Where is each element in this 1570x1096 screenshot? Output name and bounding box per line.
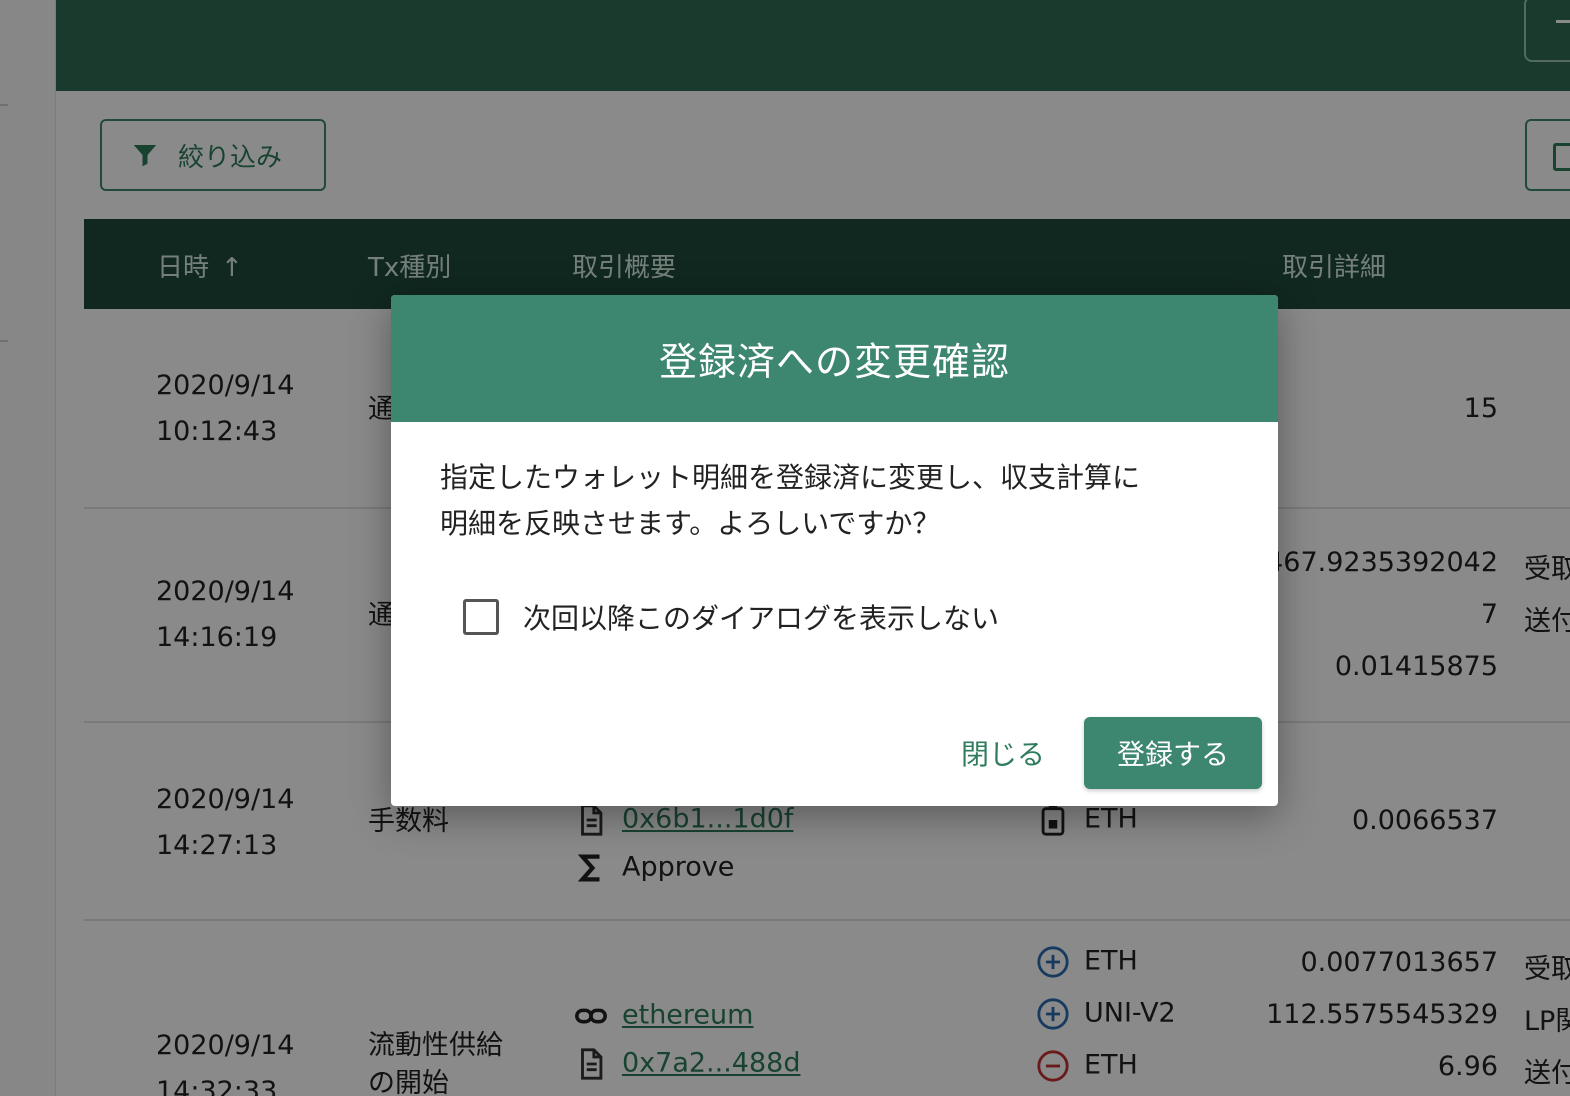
dont-show-again-option[interactable]: 次回以降このダイアログを表示しない	[463, 597, 999, 637]
dont-show-again-checkbox[interactable]	[463, 599, 499, 635]
dialog-title: 登録済への変更確認	[391, 295, 1278, 422]
confirm-dialog: 登録済への変更確認 指定したウォレット明細を登録済に変更し、収支計算に 明細を反…	[391, 295, 1278, 806]
dont-show-again-label: 次回以降このダイアログを表示しない	[523, 602, 1000, 635]
close-button[interactable]: 閉じる	[943, 717, 1063, 789]
register-button[interactable]: 登録する	[1084, 717, 1262, 789]
dialog-message-line: 指定したウォレット明細を登録済に変更し、収支計算に	[440, 461, 1141, 494]
dialog-message-line: 明細を反映させます。よろしいですか？	[440, 507, 941, 540]
dialog-message: 指定したウォレット明細を登録済に変更し、収支計算に 明細を反映させます。よろしい…	[440, 455, 1230, 547]
